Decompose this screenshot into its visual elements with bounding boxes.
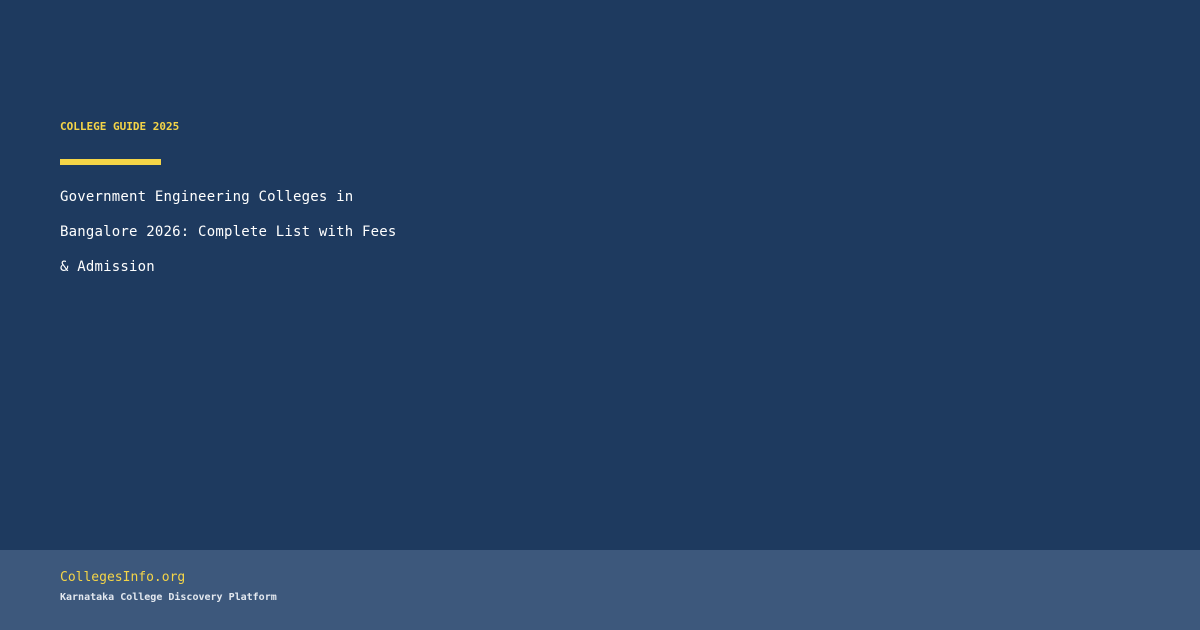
article-title: Government Engineering Colleges in Banga…: [60, 189, 397, 275]
site-tagline: Karnataka College Discovery Platform: [60, 592, 277, 603]
accent-divider: [60, 159, 161, 165]
share-card: COLLEGE GUIDE 2025 Government Engineerin…: [0, 0, 1200, 630]
category-label: COLLEGE GUIDE 2025: [60, 120, 180, 133]
site-brand-name: CollegesInfo.org: [60, 570, 186, 585]
footer-bar: CollegesInfo.org Karnataka College Disco…: [0, 550, 1200, 630]
